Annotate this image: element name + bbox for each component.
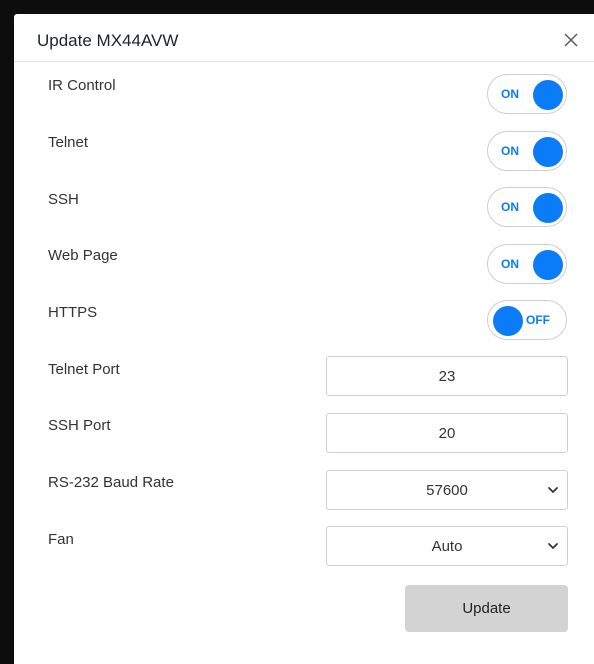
dialog-title: Update MX44AVW xyxy=(37,31,179,50)
toggle-knob xyxy=(533,137,563,167)
dialog-header: Update MX44AVW xyxy=(14,14,594,62)
toggle-state-text: ON xyxy=(501,200,519,214)
telnet-toggle[interactable]: ON xyxy=(487,131,567,171)
ssh-port-label: SSH Port xyxy=(48,417,111,434)
web-page-label: Web Page xyxy=(48,247,118,264)
close-icon xyxy=(564,33,578,47)
update-device-dialog: Update MX44AVW IR Control ON Telnet ON S… xyxy=(14,14,594,664)
https-label: HTTPS xyxy=(48,304,98,321)
baud-rate-select[interactable]: 57600 xyxy=(326,470,568,510)
fan-select[interactable]: Auto xyxy=(326,526,568,566)
telnet-port-label: Telnet Port xyxy=(48,361,120,378)
baud-rate-selected-value: 57600 xyxy=(426,482,468,499)
telnet-port-input[interactable] xyxy=(326,356,568,396)
baud-rate-label: RS-232 Baud Rate xyxy=(48,474,174,491)
fan-label: Fan xyxy=(48,531,74,548)
https-toggle[interactable]: OFF xyxy=(487,300,567,340)
toggle-state-text: OFF xyxy=(526,313,550,327)
toggle-knob xyxy=(533,80,563,110)
toggle-state-text: ON xyxy=(501,87,519,101)
ssh-label: SSH xyxy=(48,191,79,208)
ssh-port-input[interactable] xyxy=(326,413,568,453)
telnet-label: Telnet xyxy=(48,134,89,151)
toggle-knob xyxy=(533,250,563,280)
toggle-knob xyxy=(533,193,563,223)
toggle-knob xyxy=(493,306,523,336)
ir-control-toggle[interactable]: ON xyxy=(487,74,567,114)
ir-control-label: IR Control xyxy=(48,77,116,94)
toggle-state-text: ON xyxy=(501,257,519,271)
close-button[interactable] xyxy=(562,31,580,49)
update-button[interactable]: Update xyxy=(405,585,568,632)
chevron-down-icon xyxy=(548,487,558,493)
ssh-toggle[interactable]: ON xyxy=(487,187,567,227)
fan-selected-value: Auto xyxy=(431,538,463,555)
toggle-state-text: ON xyxy=(501,144,519,158)
chevron-down-icon xyxy=(548,543,558,549)
web-page-toggle[interactable]: ON xyxy=(487,244,567,284)
